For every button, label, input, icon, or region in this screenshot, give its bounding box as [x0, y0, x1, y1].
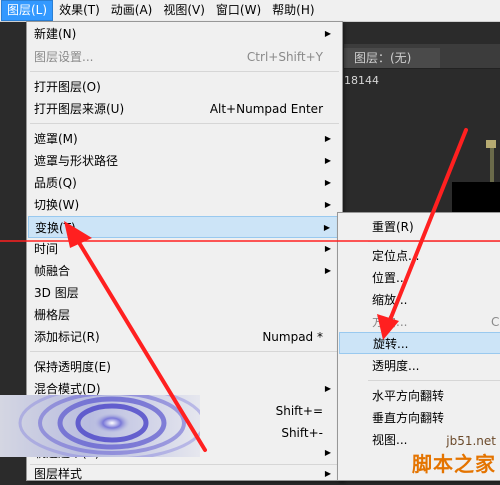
- submenu-item-orientation[interactable]: 方向... C: [339, 311, 500, 333]
- submenu-item-label: 方向...: [372, 315, 408, 329]
- watermark: jb51.net 脚本之家: [412, 434, 496, 477]
- menu-separator: [30, 351, 339, 352]
- menu-item-label: 图层样式: [34, 467, 83, 481]
- menu-item-label: 打开图层(O): [34, 80, 101, 94]
- shortcut-label: Shift+-: [281, 426, 323, 440]
- menu-separator: [368, 380, 500, 381]
- submenu-item-reset[interactable]: 重置(R): [339, 216, 500, 238]
- menu-item-add-marker[interactable]: 添加标记(R) Numpad *: [28, 326, 341, 348]
- submenu-arrow-icon: ▶: [324, 244, 331, 253]
- menu-layer[interactable]: 图层(L): [1, 0, 54, 21]
- submenu-arrow-icon: ▶: [324, 29, 331, 38]
- shortcut-label: Alt+Numpad Enter: [209, 102, 323, 116]
- menu-item-label: 切换(W): [34, 198, 80, 212]
- menu-item-layer-settings[interactable]: 图层设置... Ctrl+Shift+Y: [28, 46, 341, 68]
- submenu-arrow-icon: ▶: [324, 384, 331, 393]
- submenu-item-opacity[interactable]: 透明度...: [339, 355, 500, 377]
- timecode-readout: 18144: [344, 74, 379, 87]
- menu-item-open-layer-source[interactable]: 打开图层来源(U) Alt+Numpad Enter: [28, 98, 341, 120]
- submenu-item-rotation[interactable]: 旋转...: [339, 332, 500, 354]
- submenu-item-flip-vertical[interactable]: 垂直方向翻转: [339, 407, 500, 429]
- submenu-item-scale[interactable]: 缩放...: [339, 289, 500, 311]
- submenu-arrow-icon: ▶: [324, 266, 331, 275]
- panel-slider-knob[interactable]: [486, 140, 496, 148]
- menu-item-label: 变换(T): [35, 221, 76, 235]
- shortcut-label: Numpad *: [262, 330, 323, 344]
- menu-item-open-layer[interactable]: 打开图层(O): [28, 76, 341, 98]
- menu-window[interactable]: 窗口(W): [211, 1, 266, 20]
- menu-item-new[interactable]: 新建(N) ▶: [28, 23, 341, 45]
- menu-effect[interactable]: 效果(T): [54, 1, 105, 20]
- menu-item-label: 帧融合: [34, 264, 71, 278]
- menu-item-label: 时间: [34, 242, 59, 256]
- menu-item-switches[interactable]: 切换(W) ▶: [28, 194, 341, 216]
- submenu-arrow-icon: ▶: [324, 200, 331, 209]
- menu-item-label: 新建(N): [34, 27, 77, 41]
- menu-item-label: 品质(Q): [34, 176, 77, 190]
- submenu-arrow-icon: ▶: [324, 448, 331, 457]
- submenu-arrow-icon: ▶: [324, 156, 331, 165]
- shortcut-label: C: [491, 315, 500, 329]
- menu-item-quality[interactable]: 品质(Q) ▶: [28, 172, 341, 194]
- menu-item-label: 混合模式(D): [34, 382, 101, 396]
- menu-item-label: 打开图层来源(U): [34, 102, 125, 116]
- menu-separator: [30, 123, 339, 124]
- submenu-arrow-icon: ▶: [324, 178, 331, 187]
- menu-item-3d-layer[interactable]: 3D 图层: [28, 282, 341, 304]
- menu-animation[interactable]: 动画(A): [106, 1, 158, 20]
- submenu-arrow-icon: ▶: [324, 469, 331, 478]
- menu-item-label: 栅格层: [34, 308, 71, 322]
- menu-item-layer-styles[interactable]: 图层样式 ▶: [28, 463, 341, 485]
- submenu-item-flip-horizontal[interactable]: 水平方向翻转: [339, 385, 500, 407]
- menu-view[interactable]: 视图(V): [158, 1, 210, 20]
- menu-item-time[interactable]: 时间 ▶: [28, 238, 341, 260]
- menu-separator: [30, 71, 339, 72]
- menu-item-mask-shape-path[interactable]: 遮罩与形状路径 ▶: [28, 150, 341, 172]
- submenu-arrow-icon: ▶: [324, 134, 331, 143]
- menu-item-label: 添加标记(R): [34, 330, 100, 344]
- ripple-image: [0, 395, 200, 457]
- shortcut-label: Ctrl+Shift+Y: [246, 50, 323, 64]
- menu-item-transform[interactable]: 变换(T) ▶: [28, 216, 341, 238]
- menu-item-label: 保持透明度(E): [34, 360, 111, 374]
- menu-item-label: 遮罩与形状路径: [34, 154, 119, 168]
- menu-item-label: 遮罩(M): [34, 132, 78, 146]
- panel-slider-track: [490, 142, 494, 186]
- submenu-item-anchor-point[interactable]: 定位点...: [339, 245, 500, 267]
- menu-item-mask[interactable]: 遮罩(M) ▶: [28, 128, 341, 150]
- menu-item-preserve-transparency[interactable]: 保持透明度(E): [28, 356, 341, 378]
- menu-bar: 图层(L) 效果(T) 动画(A) 视图(V) 窗口(W) 帮助(H): [0, 0, 500, 22]
- menu-separator: [368, 241, 500, 242]
- layer-panel-tab[interactable]: 图层：(无): [344, 48, 440, 68]
- menu-item-label: 图层设置...: [34, 50, 94, 64]
- watermark-brand: 脚本之家: [412, 452, 496, 476]
- menu-item-label: 3D 图层: [34, 286, 79, 300]
- submenu-item-position[interactable]: 位置...: [339, 267, 500, 289]
- watermark-url: jb51.net: [446, 434, 496, 448]
- menu-help[interactable]: 帮助(H): [267, 1, 319, 20]
- menu-item-frame-blending[interactable]: 帧融合 ▶: [28, 260, 341, 282]
- menu-item-guide-layer[interactable]: 栅格层: [28, 304, 341, 326]
- submenu-arrow-icon: ▶: [323, 223, 330, 232]
- shortcut-label: Shift+=: [275, 404, 323, 418]
